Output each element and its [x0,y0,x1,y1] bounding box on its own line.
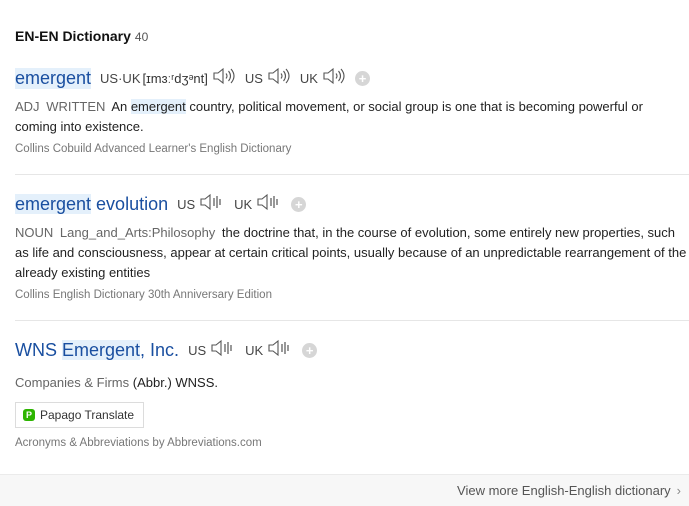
entry-header: WNS Emergent, Inc. US UK + [15,338,687,363]
definition-text: An [111,99,131,114]
papago-translate-button[interactable]: P Papago Translate [15,402,145,428]
entry-emergent: emergent US·UK [ɪmɜːʳdʒᵊnt] US UK + ADJ … [15,66,687,155]
add-to-wordbook-plus-icon[interactable]: + [302,343,318,358]
source: Acronyms & Abbreviations by Abbreviation… [15,437,262,449]
result-count: 40 [134,30,149,44]
speaker-icon[interactable] [212,66,236,91]
part-of-speech: ADJ [15,99,40,114]
headword-link[interactable]: WNS Emergent, Inc. [15,340,179,361]
entry-header: emergent US·UK [ɪmɜːʳdʒᵊnt] US UK + [15,66,687,91]
headword-highlight: Emergent [62,340,141,360]
headword-link[interactable]: emergent [15,68,92,89]
entry-emergent-evolution: emergent evolution US UK + NOUN Lang_and… [15,192,687,301]
divider [15,320,689,321]
speaker-icon[interactable] [267,338,293,363]
definition: Companies & Firms (Abbr.) WNSS. [15,373,687,393]
headword-part: WNS [15,340,62,360]
headword-part: , Inc. [140,340,180,360]
speaker-icon[interactable] [210,338,236,363]
audio-us-label: US [188,343,207,358]
speaker-icon[interactable] [267,66,291,91]
section-title: EN-EN Dictionary 40 [15,28,148,44]
chevron-right-icon: › [676,483,681,498]
headword-link[interactable]: emergent evolution [15,194,168,215]
speaker-icon[interactable] [322,66,346,91]
audio-uk-label: UK [245,343,264,358]
part-of-speech: NOUN [15,225,54,240]
subject-tag: Lang_and_Arts:Philosophy [59,225,216,240]
definition-text: (Abbr.) WNSS. [132,375,219,390]
divider [15,174,689,175]
papago-icon: P [23,409,35,421]
section-title-text: EN-EN Dictionary [15,28,131,44]
papago-translate-label: Papago Translate [40,408,135,422]
audio-us-label: US [177,197,196,212]
definition-text: country, political movement, or social g… [15,99,643,134]
add-to-wordbook-plus-icon[interactable]: + [291,197,307,212]
entry-header: emergent evolution US UK + [15,192,687,217]
footer-bar: View more English-English dictionary › [0,474,689,506]
definition-highlight: emergent [130,99,186,114]
speaker-icon[interactable] [256,192,282,217]
source: Collins Cobuild Advanced Learner's Engli… [15,143,292,155]
definition: ADJ WRITTEN An emergent country, politic… [15,97,687,137]
audio-us-label: US [244,71,263,86]
view-more-label: View more English-English dictionary [457,483,671,498]
category: Companies & Firms [15,375,130,390]
entry-wns-emergent: WNS Emergent, Inc. US UK + Companies & F… [15,338,687,449]
audio-uk-label: UK [299,71,318,86]
speaker-icon[interactable] [199,192,225,217]
audio-uk-label: UK [234,197,253,212]
definition: NOUN Lang_and_Arts:Philosophy the doctri… [15,223,687,283]
headword-rest: evolution [91,194,169,214]
source: Collins English Dictionary 30th Annivers… [15,289,272,301]
usage-tag: WRITTEN [46,99,106,114]
pron-label: US·UK [100,71,141,86]
add-to-wordbook-plus-icon[interactable]: + [354,71,370,86]
view-more-link[interactable]: View more English-English dictionary › [457,483,681,498]
headword-highlight: emergent [15,194,92,214]
pronunciation: [ɪmɜːʳdʒᵊnt] [142,71,208,86]
